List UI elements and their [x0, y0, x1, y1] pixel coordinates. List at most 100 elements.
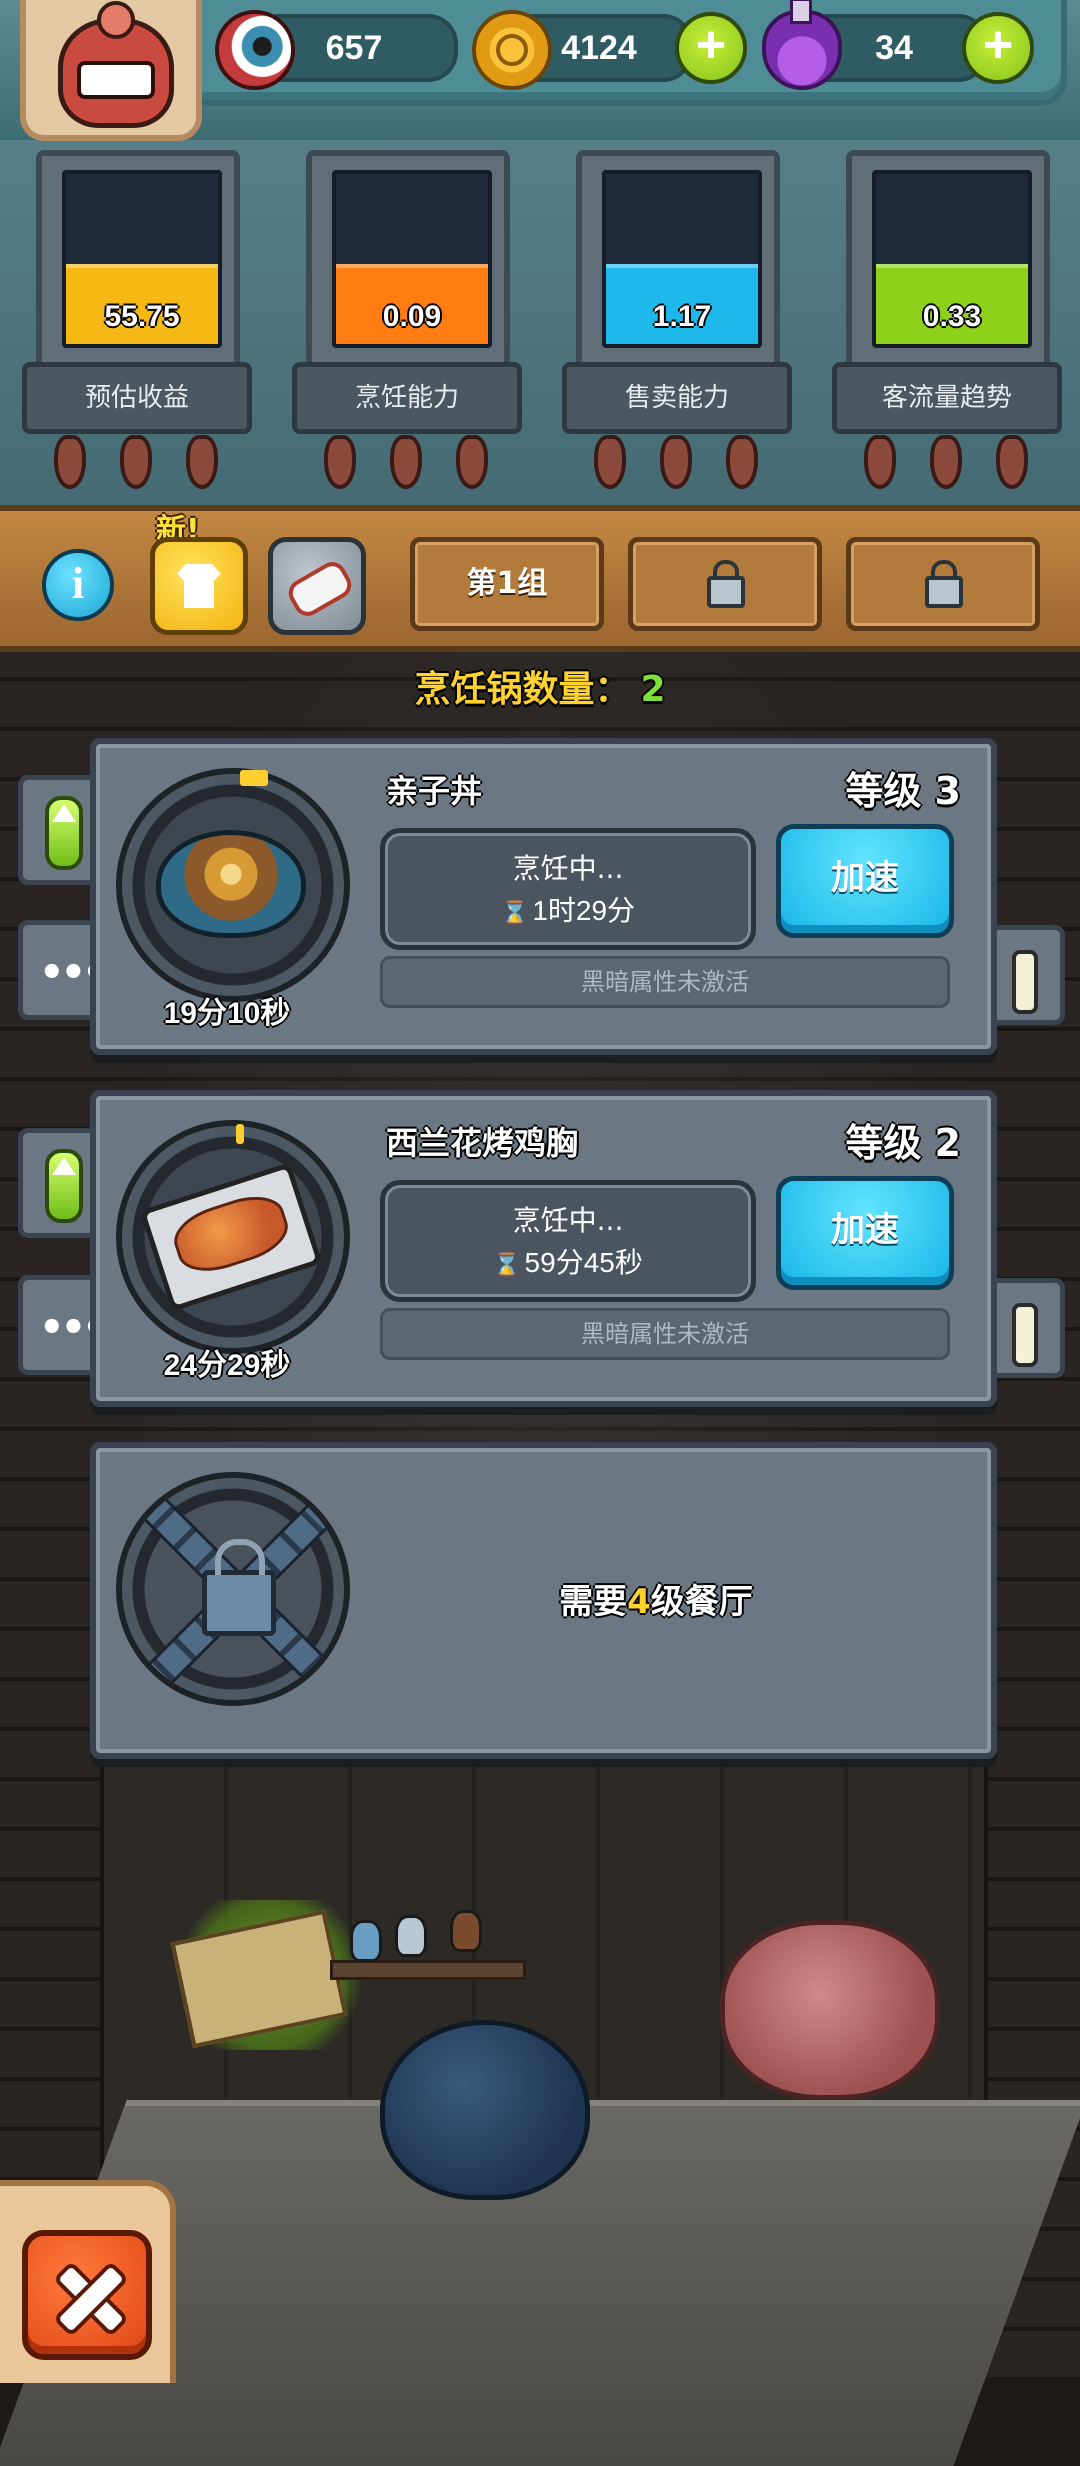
chicken-breast-dish-image — [139, 1162, 323, 1312]
tab-group-1-label: 第1组 — [466, 566, 548, 601]
hourglass-icon: ⌛ — [493, 1252, 521, 1277]
cooking-status-text: 烹饪中... — [512, 852, 624, 885]
eyeball-icon — [215, 10, 295, 90]
player-avatar[interactable] — [20, 0, 202, 141]
dark-attribute-status: 黑暗属性未激活 — [380, 956, 950, 1008]
lock-icon — [707, 560, 745, 608]
dish-progress-ring — [116, 768, 350, 1002]
ticket-icon — [283, 557, 357, 621]
oyakodon-dish-image — [156, 830, 306, 938]
info-icon — [1012, 950, 1038, 1014]
info-button[interactable]: i — [42, 549, 114, 621]
close-button[interactable] — [22, 2230, 152, 2360]
tab-group-1[interactable]: 第1组 — [410, 537, 604, 631]
pot-info-tab[interactable] — [985, 1278, 1065, 1378]
stat-label: 烹饪能力 — [292, 362, 522, 434]
locked-requirement: 需要4级餐厅 — [396, 1574, 916, 1623]
pot-card: 19分10秒 亲子丼 等级 3 烹饪中... ⌛ 1时29分 加速 黑暗属性未激活 — [90, 738, 997, 1055]
pot-level: 等级 2 — [845, 1121, 961, 1165]
bottle-decoration — [350, 1920, 382, 1962]
locked-requirement-suffix: 级餐厅 — [650, 1582, 753, 1622]
pot-card: 24分29秒 西兰花烤鸡胸 等级 2 烹饪中... ⌛ 59分45秒 加速 黑暗属… — [90, 1090, 997, 1407]
tentacle-legs-decoration — [314, 435, 494, 489]
pink-monster-decoration — [720, 1920, 940, 2100]
remaining-time: 1时29分 — [532, 895, 636, 926]
hourglass-icon: ⌛ — [500, 900, 529, 925]
dish-name: 西兰花烤鸡胸 — [386, 1124, 579, 1162]
ticket-button[interactable] — [268, 537, 366, 635]
tab-locked-group-3[interactable] — [846, 537, 1040, 631]
stat-selling-ability[interactable]: 1.17 售卖能力 — [550, 150, 794, 490]
tentacle-legs-decoration — [854, 435, 1034, 489]
upgrade-tab[interactable] — [18, 775, 98, 885]
locked-pot-ring — [116, 1472, 350, 1706]
cooking-status-text: 烹饪中... — [512, 1204, 624, 1237]
restaurant-stats: 55.75 预估收益 0.09 烹饪能力 1.17 售卖能力 0.33 客流量趋… — [0, 140, 1080, 510]
pot-count: 烹饪锅数量： 2 — [0, 660, 1080, 712]
stat-value: 55.75 — [104, 300, 180, 333]
more-options-tab[interactable]: ••• — [18, 1275, 108, 1375]
stat-gauge-frame: 55.75 — [36, 150, 240, 372]
close-button-frame — [0, 2180, 176, 2383]
tentacle-legs-decoration — [44, 435, 224, 489]
stat-gauge-tube: 1.17 — [602, 170, 762, 348]
outfit-button[interactable] — [150, 537, 248, 635]
locked-requirement-prefix: 需要 — [559, 1582, 628, 1622]
dish-name: 亲子丼 — [386, 772, 483, 810]
add-potions-button[interactable]: + — [962, 12, 1034, 84]
lock-icon — [925, 560, 963, 608]
dish-timer: 24分29秒 — [163, 1349, 291, 1382]
dish-timer: 19分10秒 — [163, 997, 291, 1030]
locked-pot-card[interactable]: 需要4级餐厅 — [90, 1442, 997, 1759]
stat-gauge-tube: 0.09 — [332, 170, 492, 348]
pot-level: 等级 3 — [845, 769, 961, 813]
cauldron-monster — [380, 2020, 590, 2200]
stat-gauge-frame: 0.09 — [306, 150, 510, 372]
progress-marker — [236, 1124, 244, 1144]
progress-marker — [240, 770, 268, 786]
stat-label: 客流量趋势 — [832, 362, 1062, 434]
stat-gauge-frame: 1.17 — [576, 150, 780, 372]
cooking-remaining: ⌛ 1时29分 — [385, 889, 751, 929]
pot-info-tab[interactable] — [985, 925, 1065, 1025]
info-icon — [1012, 1303, 1038, 1367]
pot-count-label: 烹饪锅数量： — [414, 669, 631, 710]
upgrade-tab[interactable] — [18, 1128, 98, 1238]
upgrade-arrow-icon — [45, 796, 83, 870]
stat-label: 预估收益 — [22, 362, 252, 434]
stat-value: 1.17 — [652, 300, 712, 333]
required-level: 4 — [627, 1582, 651, 1622]
pot-count-value: 2 — [640, 669, 666, 710]
coin-count: 4124 — [561, 29, 637, 67]
cooking-status: 烹饪中... ⌛ 59分45秒 — [380, 1180, 756, 1302]
coin-icon — [472, 10, 552, 90]
upgrade-arrow-icon — [45, 1149, 83, 1223]
remaining-time: 59分45秒 — [524, 1247, 643, 1278]
tab-locked-group-2[interactable] — [628, 537, 822, 631]
cooking-status: 烹饪中... ⌛ 1时29分 — [380, 828, 756, 950]
tentacle-legs-decoration — [584, 435, 764, 489]
stat-gauge-tube: 0.33 — [872, 170, 1032, 348]
padlock-icon — [202, 1539, 276, 1636]
add-coins-button[interactable]: + — [675, 12, 747, 84]
stat-gauge-frame: 0.33 — [846, 150, 1050, 372]
eye-count: 657 — [325, 29, 383, 67]
bottle-decoration — [450, 1910, 482, 1952]
speed-up-button[interactable]: 加速 — [776, 824, 954, 938]
dish-progress-ring — [116, 1120, 350, 1354]
speed-up-button[interactable]: 加速 — [776, 1176, 954, 1290]
pot-group-tab-bar: i 新! 第1组 — [0, 505, 1080, 652]
stat-gauge-tube: 55.75 — [62, 170, 222, 348]
stat-value: 0.09 — [382, 300, 442, 333]
potion-shelf — [330, 1960, 526, 1980]
potion-count: 34 — [875, 29, 913, 67]
stat-estimated-income[interactable]: 55.75 预估收益 — [10, 150, 254, 490]
stat-value: 0.33 — [922, 300, 982, 333]
stat-customer-trend[interactable]: 0.33 客流量趋势 — [820, 150, 1064, 490]
stat-label: 售卖能力 — [562, 362, 792, 434]
cooking-remaining: ⌛ 59分45秒 — [385, 1241, 751, 1281]
shirt-icon — [177, 564, 221, 608]
stat-cooking-ability[interactable]: 0.09 烹饪能力 — [280, 150, 524, 490]
bottle-decoration — [395, 1915, 427, 1957]
more-options-tab[interactable]: ••• — [18, 920, 108, 1020]
